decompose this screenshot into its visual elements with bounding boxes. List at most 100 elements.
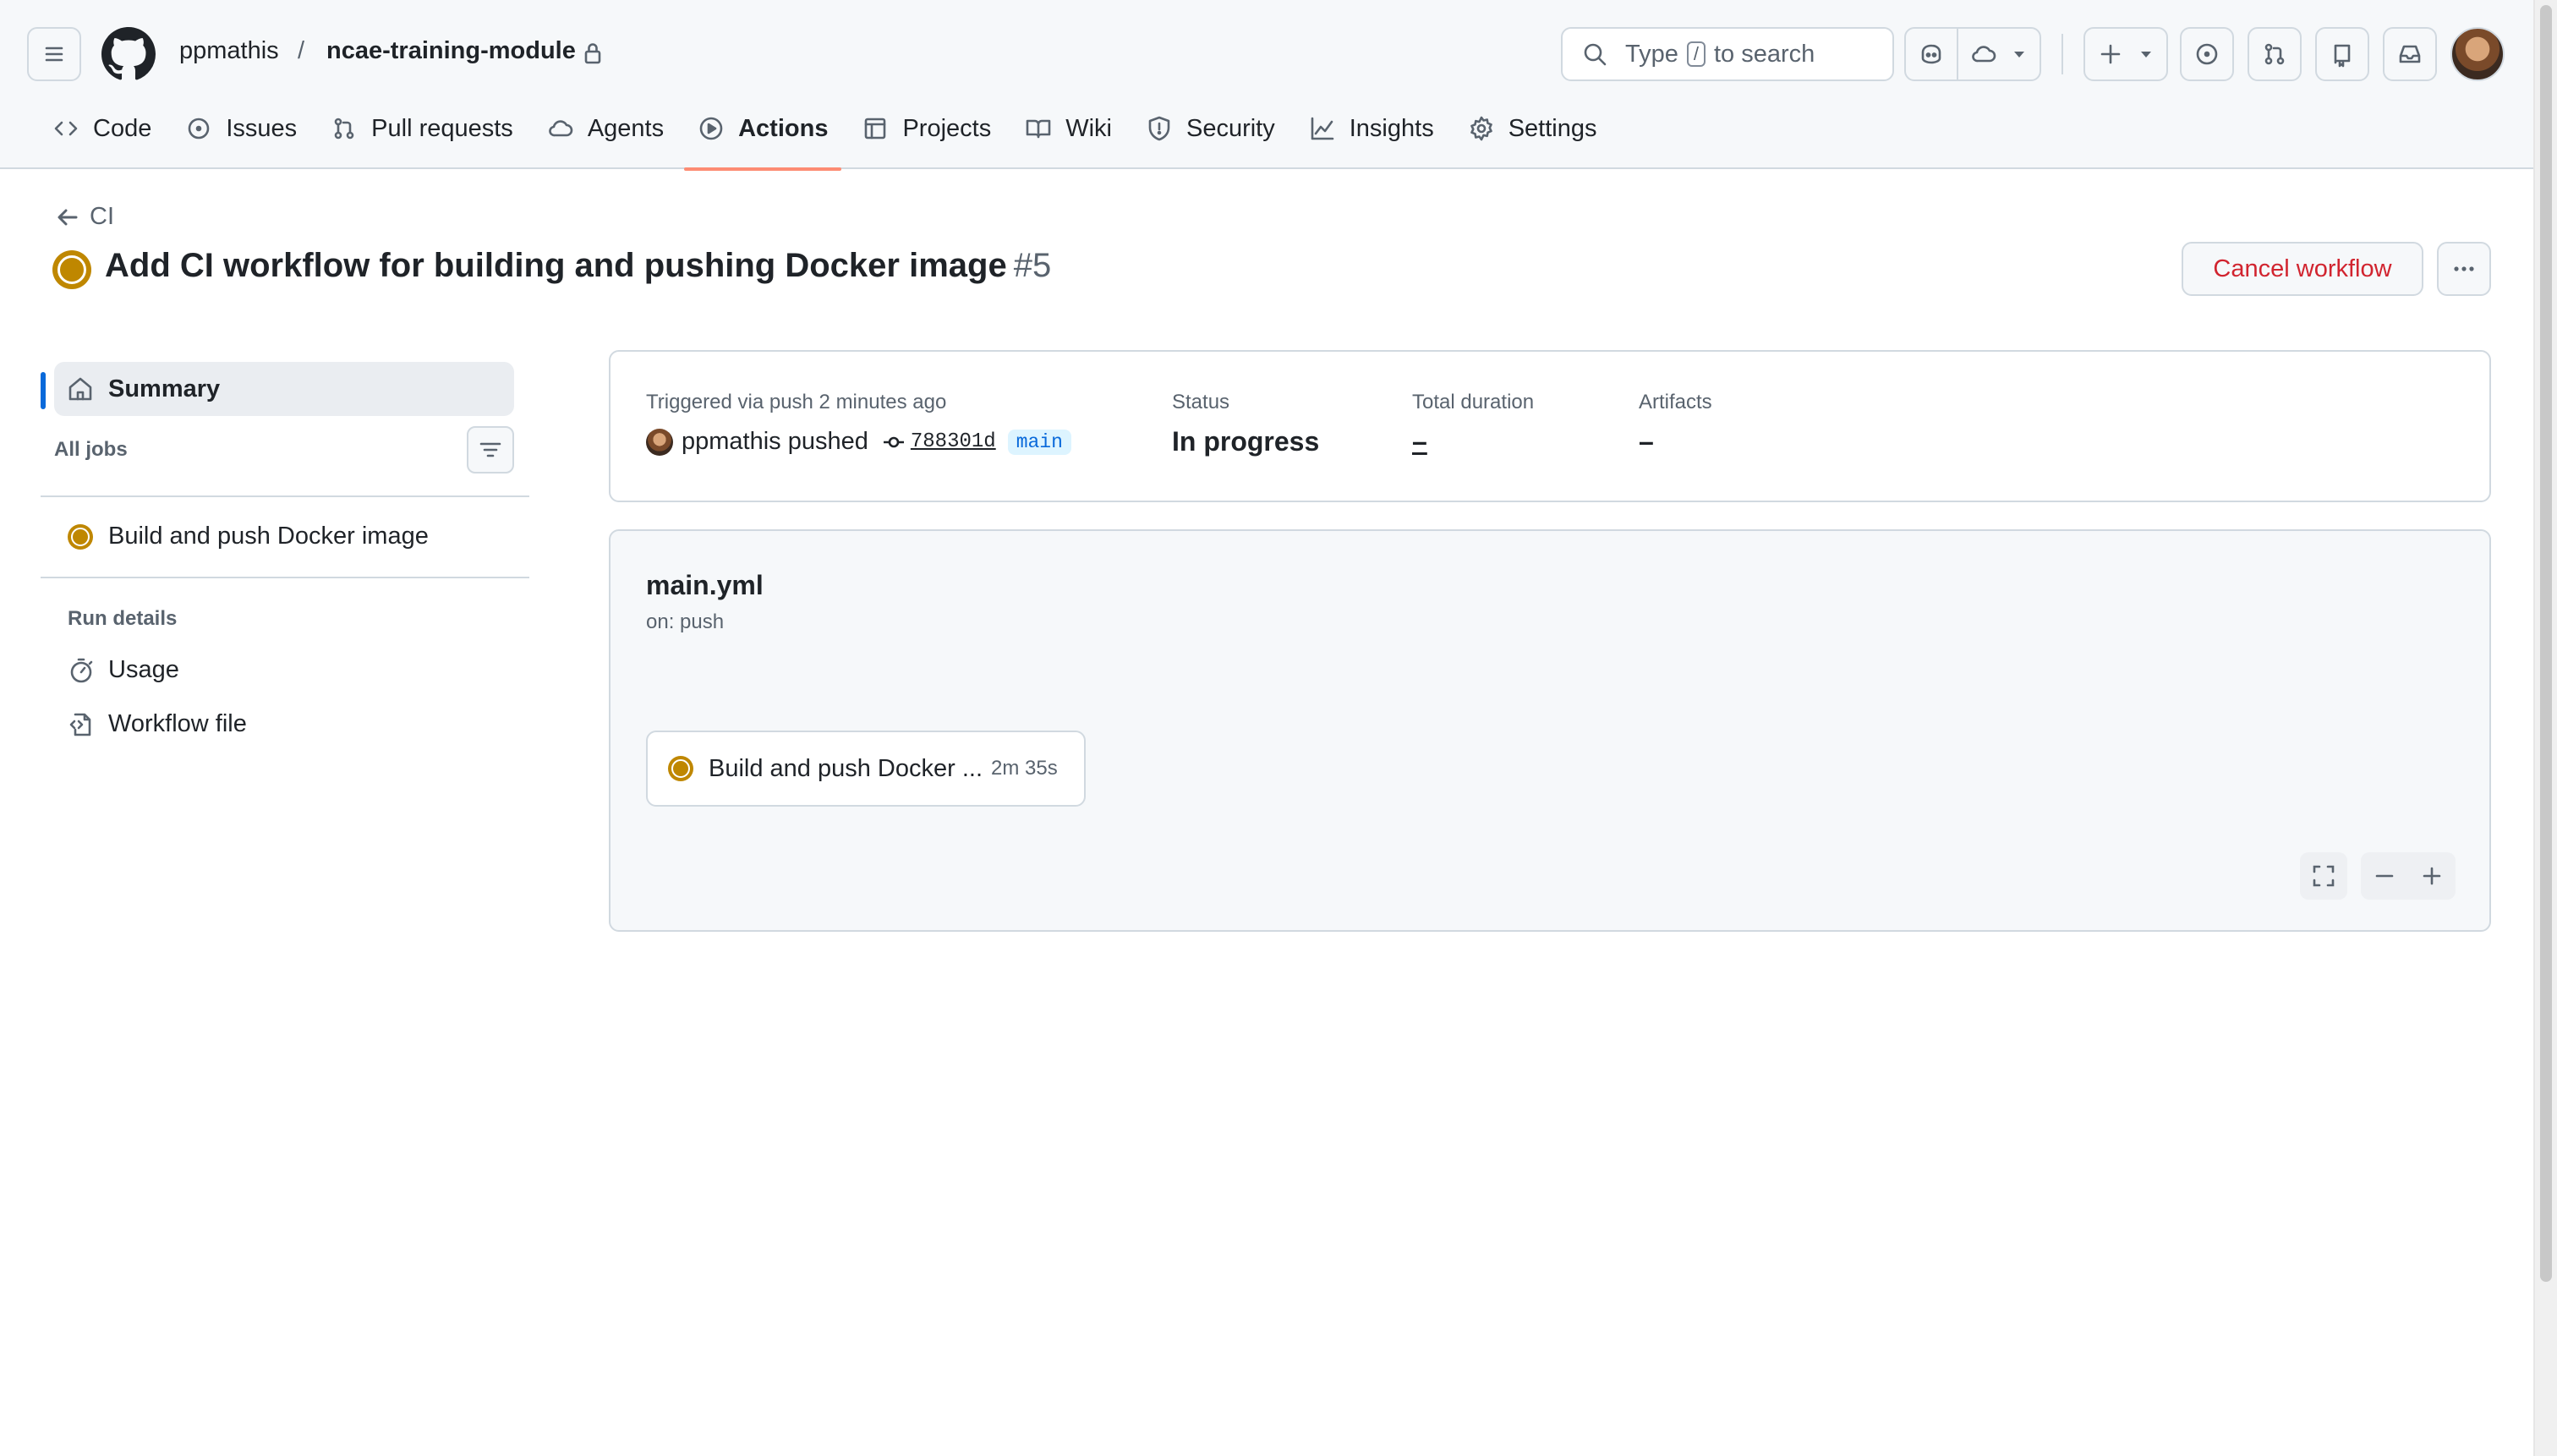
sidebar-job-build-and-push[interactable]: Build and push Docker image [68,523,429,550]
tab-label: Code [93,114,152,142]
repos-icon [2334,44,2351,68]
chevron-down-icon [2141,52,2151,57]
tab-insights[interactable]: Insights [1295,105,1448,152]
push-info: ppmathis pushed 788301d main [646,428,1071,456]
issue-icon [189,118,210,140]
scrollbar-thumb[interactable] [2540,5,2552,1282]
pull-request-icon [334,118,354,140]
tab-actions[interactable]: Actions [684,105,842,171]
duration-label: Total duration [1412,391,1535,413]
tab-label: Pull requests [371,114,513,142]
file-code-icon [69,713,91,736]
tab-agents[interactable]: Agents [534,105,677,152]
agents-menu-button[interactable] [1957,27,2041,81]
search-input[interactable]: Type / to search [1561,27,1894,81]
job-node[interactable]: Build and push Docker ... 2m 35s [646,731,1086,807]
branch-label[interactable]: main [1007,429,1071,455]
tab-label: Insights [1349,114,1434,142]
copilot-button[interactable] [1904,27,1958,81]
stopwatch-icon [70,658,93,682]
in-progress-status-icon [68,523,93,550]
repo-owner-link[interactable]: ppmathis [179,37,279,65]
plus-icon [2423,867,2441,885]
your-pull-requests-button[interactable] [2248,27,2302,81]
repo-name-link[interactable]: ncae-training-module [326,37,576,65]
zoom-in-button[interactable] [2408,852,2456,900]
workflow-file-name: main.yml [646,570,764,600]
header-divider [2061,34,2063,74]
arrow-left-icon [57,209,78,225]
fullscreen-button[interactable] [2300,852,2347,900]
inbox-icon [2399,45,2421,63]
notifications-button[interactable] [2383,27,2437,81]
table-icon [865,118,886,140]
artifacts-label: Artifacts [1639,391,1712,413]
tab-security[interactable]: Security [1132,105,1289,152]
plus-icon [2100,44,2121,64]
pusher-avatar[interactable] [646,428,673,456]
status-label: Status [1172,391,1230,413]
github-logo-icon[interactable] [101,27,156,81]
filter-icon [479,442,501,457]
pusher-text[interactable]: ppmathis pushed [682,428,868,456]
zoom-out-button[interactable] [2361,852,2408,900]
active-indicator [41,372,46,409]
page-title: Add CI workflow for building and pushing… [105,247,1051,285]
back-to-workflow-link[interactable]: CI [56,203,114,231]
breadcrumb-separator: / [298,37,305,64]
tab-settings[interactable]: Settings [1454,105,1611,152]
run-details-heading: Run details [68,607,178,630]
workflow-name: CI [90,203,114,230]
your-issues-button[interactable] [2180,27,2234,81]
all-jobs-heading: All jobs [54,438,128,461]
cancel-workflow-button[interactable]: Cancel workflow [2182,242,2423,296]
tab-wiki[interactable]: Wiki [1011,105,1125,152]
tab-label: Wiki [1065,114,1112,142]
hamburger-menu-button[interactable] [27,27,81,81]
tab-label: Projects [902,114,992,142]
tab-issues[interactable]: Issues [172,105,310,152]
tab-label: Agents [587,114,665,142]
hamburger-icon [45,47,63,62]
copilot-icon [1921,44,1941,64]
tab-label: Issues [226,114,298,142]
sidebar-item-summary[interactable]: Summary [54,362,514,416]
sidebar-item-usage[interactable]: Usage [68,656,179,684]
sidebar-item-workflow-file[interactable]: Workflow file [68,710,247,738]
sidebar-item-label: Workflow file [108,710,247,737]
commit-sha: 788301d [910,430,996,453]
repositories-button[interactable] [2315,27,2369,81]
repo-nav-tabs: Code Issues Pull requests Agents Actions… [39,105,1618,171]
sidebar-item-label: Summary [108,375,221,402]
tab-projects[interactable]: Projects [848,105,1005,152]
screen-full-icon [2313,865,2335,887]
sidebar-item-label: Usage [108,656,179,683]
sidebar-divider [41,577,529,578]
agents-icon [549,120,573,137]
trigger-text: Triggered via push 2 minutes ago [646,391,947,413]
global-header: ppmathis / ncae-training-module Type / t… [0,0,2533,171]
commit-link[interactable]: 788301d [882,430,996,454]
filter-jobs-button[interactable] [467,426,514,473]
tab-label: Actions [738,114,829,142]
status-value: In progress [1172,426,1320,457]
in-progress-status-icon [52,250,91,289]
agents-cloud-icon [1972,46,1996,63]
issues-icon [2196,43,2218,65]
create-new-button[interactable] [2083,27,2168,81]
more-options-button[interactable] [2437,242,2491,296]
user-avatar[interactable] [2450,27,2505,81]
sidebar-divider [41,495,529,497]
in-progress-status-icon [668,756,693,781]
job-name: Build and push Docker image [108,523,429,550]
graph-icon [1311,117,1334,140]
shield-icon [1148,116,1170,141]
run-title: Add CI workflow for building and pushing… [105,247,1007,284]
lock-icon [584,43,601,64]
duration-value[interactable]: – [1412,426,1427,457]
tab-label: Settings [1508,114,1597,142]
tab-pull-requests[interactable]: Pull requests [317,105,527,152]
search-prefix-text: Type [1625,40,1678,68]
pull-requests-icon [2264,43,2285,65]
tab-code[interactable]: Code [39,105,165,152]
